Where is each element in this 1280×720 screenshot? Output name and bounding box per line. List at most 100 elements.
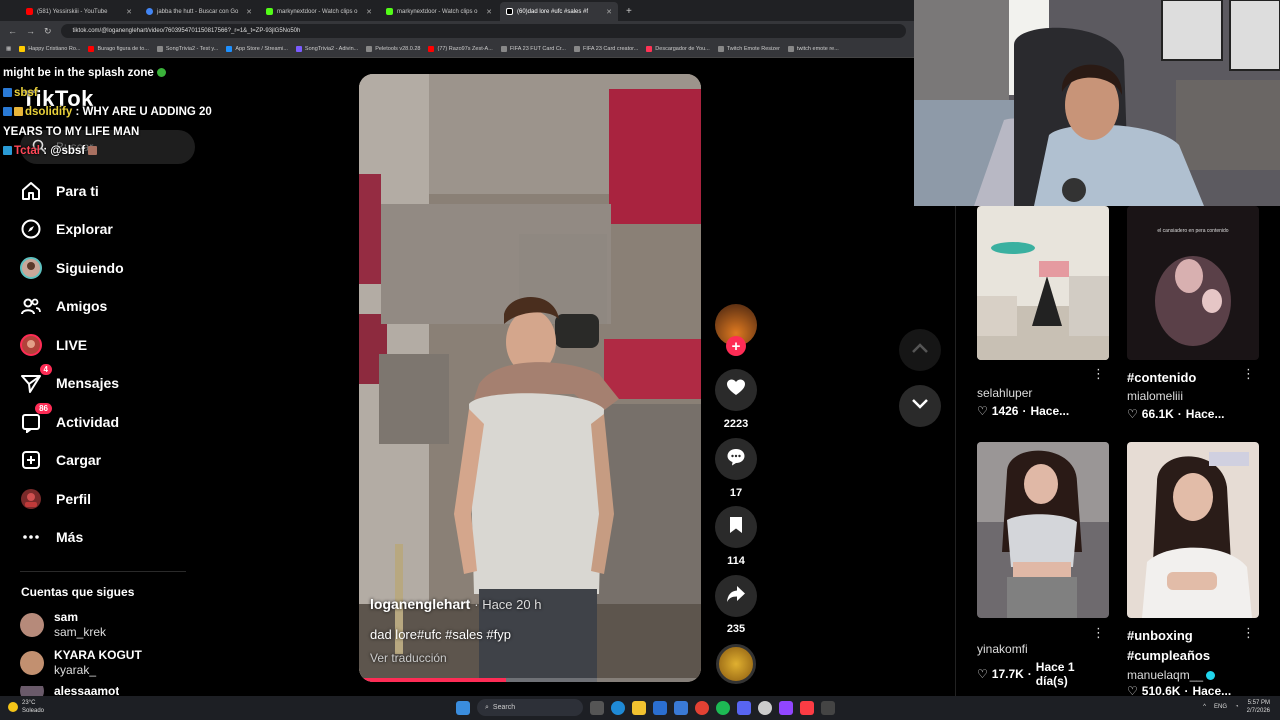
- bookmark[interactable]: SongTrivia2 - Test y...: [156, 46, 218, 52]
- video-thumbnail[interactable]: el cansiadero en pera contenido: [1127, 206, 1259, 360]
- edge-icon[interactable]: [611, 700, 625, 715]
- task-view-icon[interactable]: [590, 700, 604, 715]
- following-account[interactable]: sam sam_krek: [20, 610, 106, 640]
- bookmark[interactable]: Peletools v28.0.28: [366, 46, 420, 52]
- save-button[interactable]: [715, 506, 757, 548]
- more-options-icon[interactable]: ⋮: [1242, 625, 1255, 641]
- bookmark[interactable]: FIFA 23 FUT Card Cr...: [500, 46, 566, 52]
- nav-siguiendo[interactable]: Siguiendo: [20, 257, 124, 279]
- music-app-icon[interactable]: [800, 700, 814, 715]
- nav-cargar[interactable]: Cargar: [20, 449, 101, 471]
- windows-start-icon[interactable]: [456, 700, 470, 715]
- bookmark[interactable]: Happy Cristiano Ro...: [19, 46, 80, 52]
- share-button[interactable]: [715, 575, 757, 617]
- file-explorer-icon[interactable]: [632, 700, 646, 715]
- discord-icon[interactable]: [737, 700, 751, 715]
- forward-icon[interactable]: →: [26, 26, 35, 36]
- nav-mas[interactable]: Más: [20, 526, 83, 548]
- bookmark-label: Peletools v28.0.28: [375, 46, 421, 52]
- video-player[interactable]: loganenglehart · Hace 20 h dad lore#ufc …: [359, 74, 701, 682]
- close-icon[interactable]: ✕: [606, 8, 612, 16]
- bookmark[interactable]: twitch emote re...: [787, 46, 839, 52]
- browser-tab-active[interactable]: (60)dad lore #ufc #sales #f ✕: [500, 2, 618, 21]
- back-icon[interactable]: ←: [8, 26, 17, 36]
- reload-icon[interactable]: ↻: [44, 26, 52, 37]
- recommended-video-card[interactable]: el cansiadero en pera contenido #conteni…: [1127, 206, 1259, 421]
- video-thumbnail[interactable]: [1127, 442, 1259, 618]
- bookmark[interactable]: (77) Razo97s Zest-A...: [428, 46, 493, 52]
- nav-label: Explorar: [56, 221, 113, 237]
- browser-tab[interactable]: markynextdoor - Watch clips o ✕: [260, 2, 378, 21]
- next-video-button[interactable]: [899, 385, 941, 427]
- recommended-video-card[interactable]: selahluper ♡ 1426 · Hace... ⋮: [977, 206, 1109, 418]
- like-count: 66.1K: [1141, 407, 1174, 421]
- bookmark[interactable]: App Store / Streami...: [226, 46, 288, 52]
- like-button[interactable]: [715, 369, 757, 411]
- nav-live[interactable]: LIVE: [20, 334, 87, 356]
- bookmark[interactable]: SongTrivia2 - Adivin...: [295, 46, 358, 52]
- music-disc-icon[interactable]: [716, 644, 756, 684]
- mail-icon[interactable]: [674, 700, 688, 715]
- comment-button[interactable]: [715, 438, 757, 480]
- recommended-video-card[interactable]: #unboxing #cumpleaños manuelaqm__ ♡ 510.6…: [1127, 442, 1259, 695]
- nav-amigos[interactable]: Amigos: [20, 295, 107, 317]
- nav-actividad[interactable]: 86 Actividad: [20, 403, 119, 433]
- nav-para-ti[interactable]: Para ti: [20, 180, 99, 202]
- close-icon[interactable]: ✕: [246, 8, 252, 16]
- nav-perfil[interactable]: Perfil: [20, 488, 91, 510]
- following-account[interactable]: alessaamot: [20, 686, 119, 696]
- chrome-icon[interactable]: [695, 700, 709, 715]
- like-count: 1426: [991, 404, 1019, 418]
- new-tab-button[interactable]: +: [620, 2, 638, 21]
- recommended-video-card[interactable]: yinakomfi ♡ 17.7K · Hace 1 día(s) ⋮: [977, 442, 1109, 688]
- home-icon: [20, 180, 42, 202]
- more-options-icon[interactable]: ⋮: [1092, 625, 1105, 641]
- translate-link[interactable]: Ver traducción: [370, 651, 447, 665]
- bookmark[interactable]: FIFA 23 Card creator...: [573, 46, 638, 52]
- more-options-icon[interactable]: ⋮: [1092, 366, 1105, 382]
- browser-tab[interactable]: jabba the hutt - Buscar con Go ✕: [140, 2, 258, 21]
- video-author[interactable]: loganenglehart · Hace 20 h: [370, 596, 541, 612]
- close-icon[interactable]: ✕: [486, 8, 492, 16]
- close-icon[interactable]: ✕: [126, 8, 132, 16]
- obs-icon[interactable]: [758, 700, 772, 715]
- card-hashtags[interactable]: #unboxing #cumpleaños: [1127, 626, 1257, 666]
- verified-icon: [1206, 671, 1216, 681]
- previous-video-button[interactable]: [899, 329, 941, 371]
- video-progress-bar[interactable]: [359, 678, 701, 682]
- nav-explorar[interactable]: Explorar: [20, 218, 113, 240]
- browser-tab[interactable]: markynextdoor - Watch clips o ✕: [380, 2, 498, 21]
- heart-icon: [726, 378, 746, 403]
- apps-icon[interactable]: ▦: [6, 46, 11, 52]
- chevron-down-icon: [911, 397, 929, 415]
- tiktok-icon: [506, 8, 513, 15]
- card-hashtags[interactable]: #contenido: [1127, 368, 1259, 388]
- account-username: sam_krek: [54, 625, 107, 639]
- following-account[interactable]: KYARA KOGUT kyarak_: [20, 648, 142, 678]
- clock[interactable]: 5:57 PM 2/7/2026: [1247, 699, 1270, 715]
- video-thumbnail[interactable]: [977, 442, 1109, 618]
- spotify-icon[interactable]: [716, 700, 730, 715]
- follow-plus-icon[interactable]: +: [726, 336, 746, 356]
- app-icon[interactable]: [779, 700, 793, 715]
- store-icon[interactable]: [653, 700, 667, 715]
- app-icon[interactable]: [821, 700, 835, 715]
- card-username[interactable]: yinakomfi: [977, 642, 1109, 656]
- url-field[interactable]: tiktok.com/@loganenglehart/video/7603954…: [60, 24, 906, 38]
- card-username-row[interactable]: manuelaqm__: [1127, 668, 1259, 682]
- taskbar-search[interactable]: ⌕ Search: [477, 699, 583, 716]
- card-username[interactable]: selahluper: [977, 386, 1109, 400]
- wifi-icon[interactable]: ◔: [1235, 704, 1239, 710]
- tray-arrow-icon[interactable]: ^: [1203, 704, 1206, 710]
- bookmark[interactable]: Burago figura de to...: [88, 46, 149, 52]
- browser-tab[interactable]: (581) Yessirskiii - YouTube ✕: [20, 2, 138, 21]
- language-indicator[interactable]: ENG: [1214, 704, 1227, 710]
- weather-widget[interactable]: 23°C Soleado: [8, 699, 44, 715]
- close-icon[interactable]: ✕: [366, 8, 372, 16]
- bookmark[interactable]: Twitch Emote Resizer: [717, 46, 780, 52]
- more-options-icon[interactable]: ⋮: [1242, 366, 1255, 382]
- nav-mensajes[interactable]: 4 Mensajes: [20, 364, 119, 394]
- video-thumbnail[interactable]: [977, 206, 1109, 360]
- card-username[interactable]: mialomeliii: [1127, 389, 1259, 403]
- bookmark[interactable]: Descargador de You...: [646, 46, 710, 52]
